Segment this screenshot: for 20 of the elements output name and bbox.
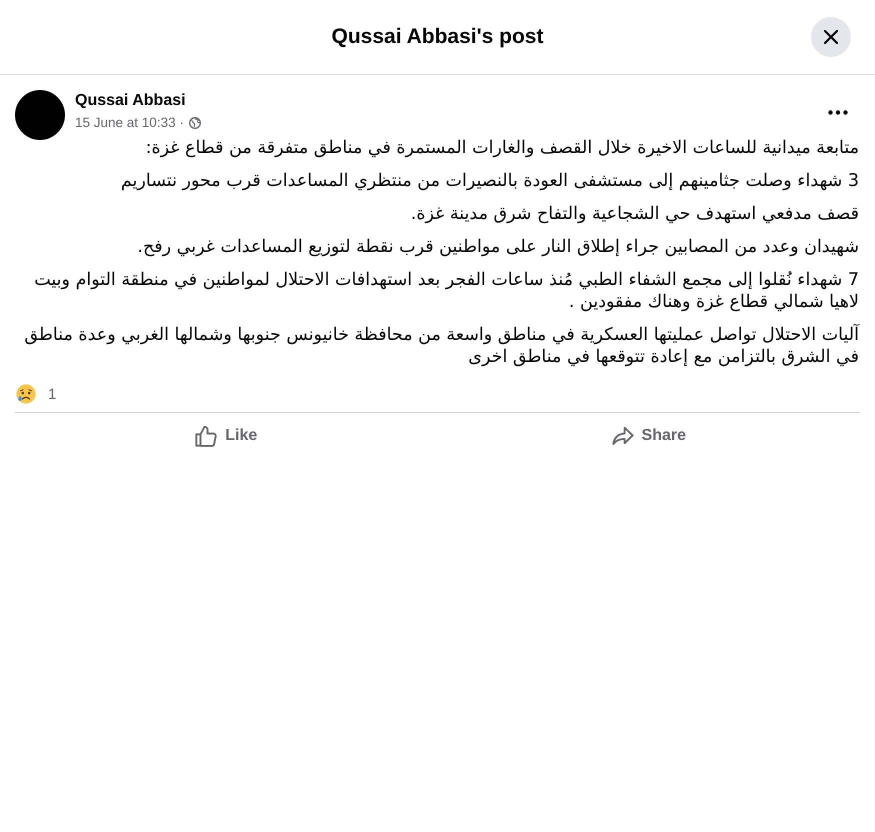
more-icon [828,110,848,115]
post-paragraph: متابعة ميدانية للساعات الاخيرة خلال القصف والغارات المستمرة في مناطق متفرقة من قطاع غزة: [144,137,859,159]
post-paragraph: آليات الاحتلال تواصل عمليتها العسكرية في مناطق واسعة من محافظة خانيونس جنوبها وشمالها الغربي وعدة مناطق في الشرق بالتزامن مع إعادة تتوقعها في مناطق اخرى [23,324,859,368]
dialog-title: Qussai Abbasi's post [332,25,544,49]
close-icon [823,29,839,45]
post-paragraph: شهيدان وعدد من المصابين جراء إطلاق النار على مواطنين قرب نقطة لتوزيع المساعدات غربي رفح. [136,236,859,258]
post-paragraph: قصف مدفعي استهدف حي الشجاعية والتفاح شرق مدينة غزة. [410,203,859,225]
avatar[interactable] [15,90,65,140]
post-timestamp[interactable]: 15 June at 10:33 · [75,115,184,131]
share-button[interactable]: Share [438,417,860,455]
reaction-count[interactable]: 1 [48,386,56,402]
author-name[interactable]: Qussai Abbasi [75,91,201,111]
globe-icon [188,117,201,129]
post-paragraph: 3 شهداء وصلت جثامينهم إلى مستشفى العودة بالنصيرات من منتظري المساعدات قرب محور نتساريم [120,170,859,192]
post-paragraph: 7 شهداء نُقلوا إلى مجمع الشفاء الطبي مُنذ ساعات الفجر بعد استهدافات الاحتلال لمواطنين في منطقة التوام وبيت لاهيا شمالي قطاع غزة وهناك مفقودين . [33,269,859,313]
arrow-icon [612,425,634,447]
like-button[interactable]: Like [15,417,438,455]
thumbs-up-icon [195,425,218,447]
crying-face-icon [16,384,36,404]
close-button[interactable] [811,17,851,57]
